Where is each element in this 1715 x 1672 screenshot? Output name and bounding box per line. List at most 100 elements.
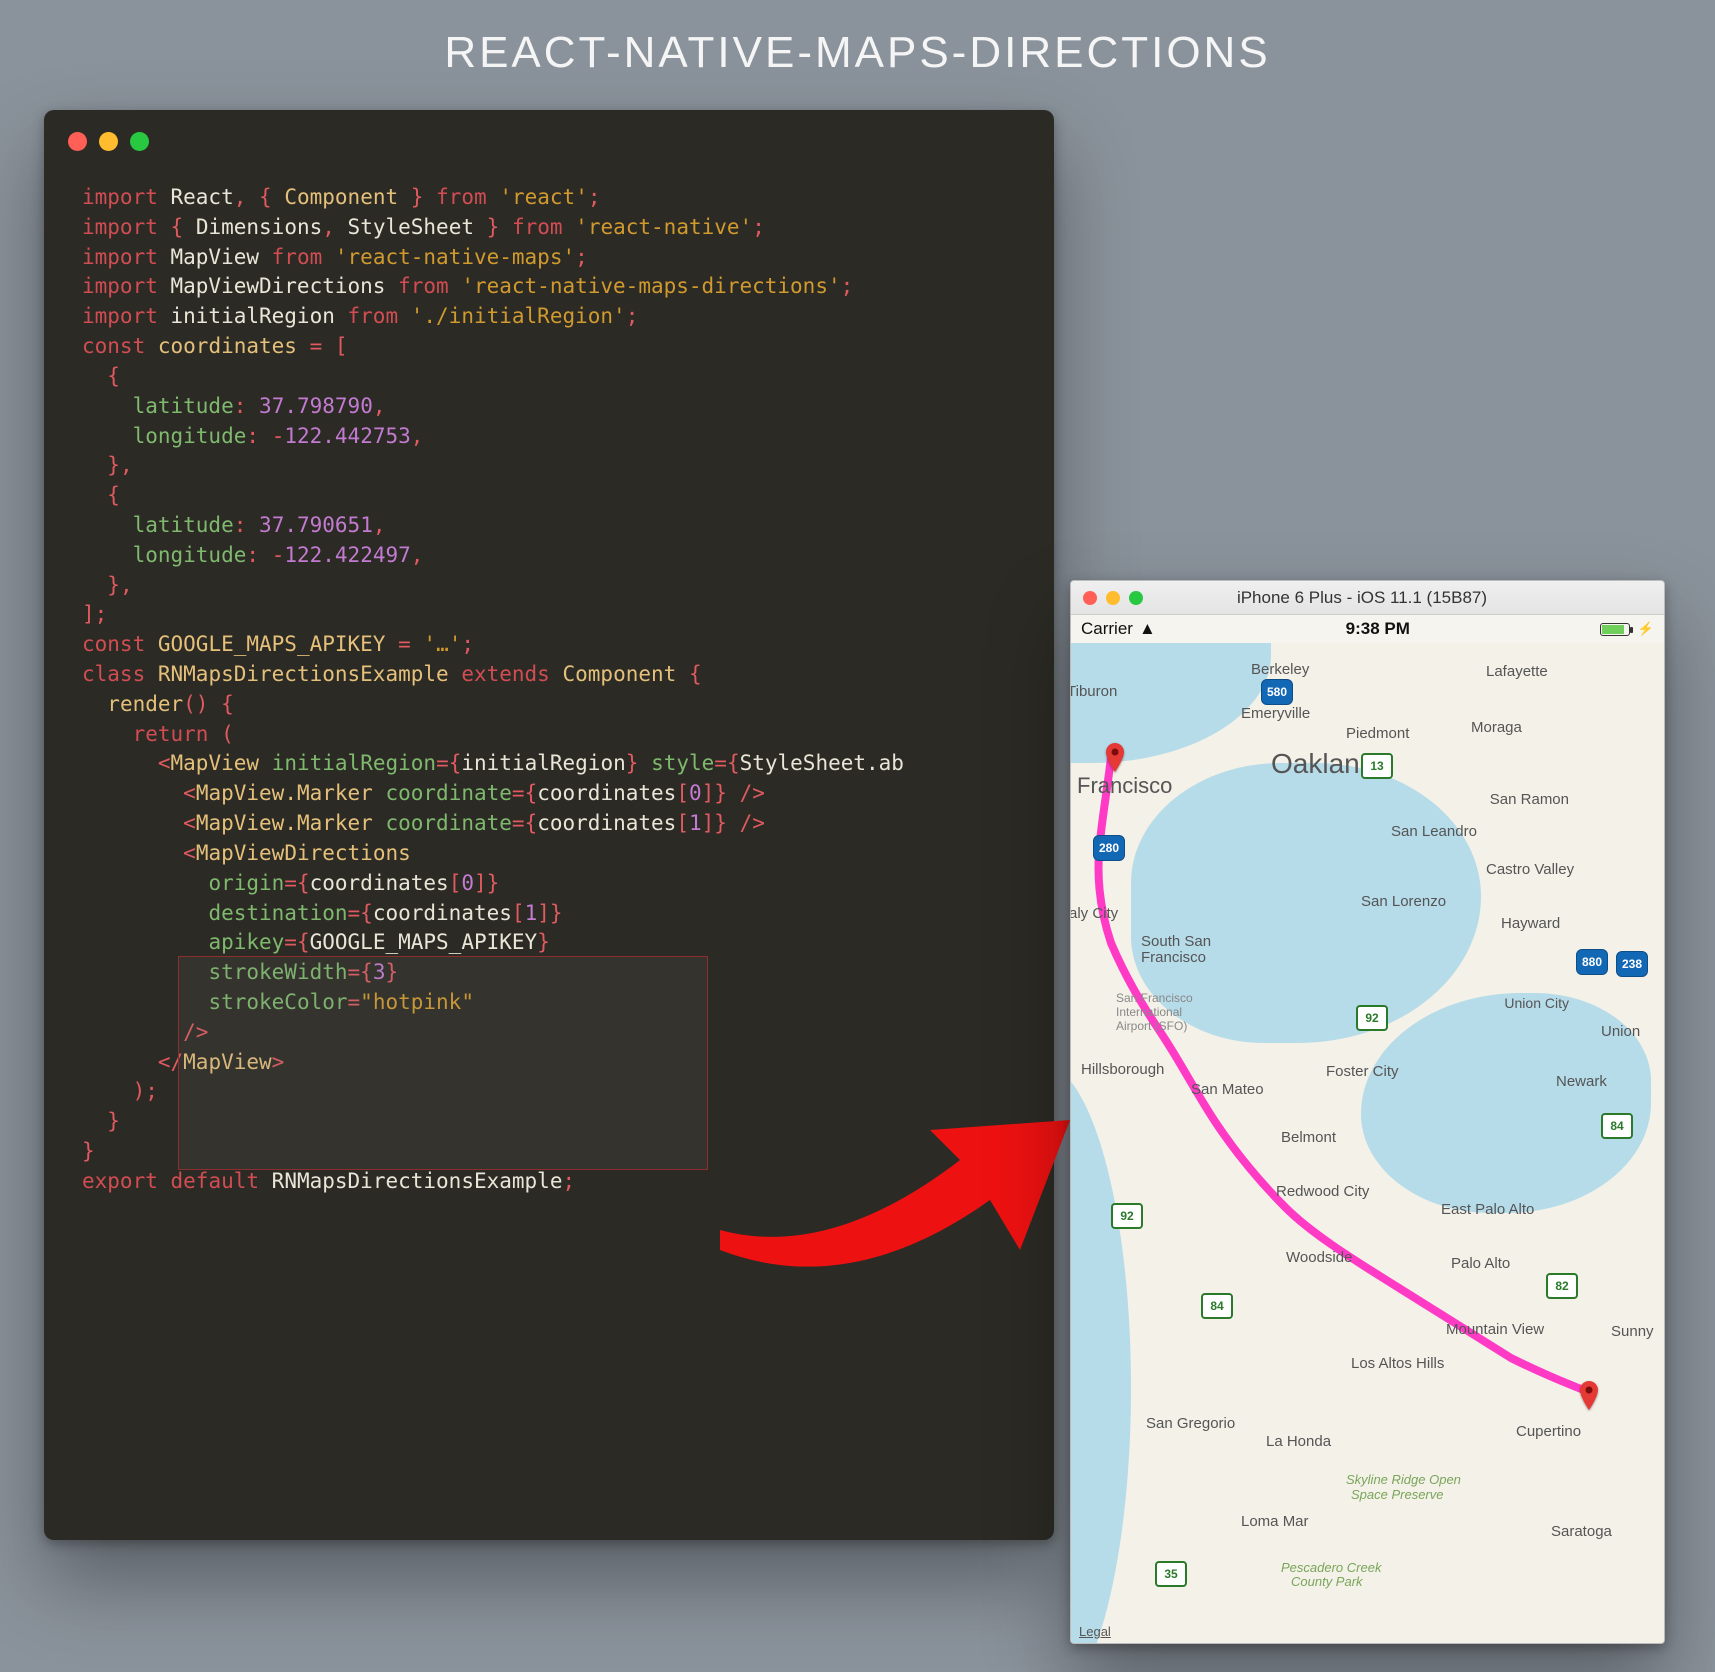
device-statusbar: Carrier ▲ 9:38 PM ⚡ bbox=[1071, 615, 1664, 643]
map-label: Union bbox=[1601, 1023, 1640, 1040]
close-icon[interactable] bbox=[68, 132, 87, 151]
map-label: San Ramon bbox=[1490, 791, 1569, 808]
map-label: Airport (SFO) bbox=[1116, 1019, 1187, 1033]
code-line: export default RNMapsDirectionsExample; bbox=[82, 1167, 1024, 1197]
code-line: import initialRegion from './initialRegi… bbox=[82, 302, 1024, 332]
map-label: Castro Valley bbox=[1486, 861, 1574, 878]
map-label: Moraga bbox=[1471, 719, 1522, 736]
carrier-label: Carrier bbox=[1081, 619, 1133, 639]
map-label: Emeryville bbox=[1241, 705, 1310, 722]
route-shield-icon: 280 bbox=[1093, 835, 1125, 861]
route-shield-icon: 580 bbox=[1261, 679, 1293, 705]
map-label: aly City bbox=[1071, 905, 1118, 922]
code-line: longitude: -122.422497, bbox=[82, 541, 1024, 571]
map-label: Francisco bbox=[1141, 949, 1206, 966]
code-line: origin={coordinates[0]} bbox=[82, 869, 1024, 899]
map-label: International bbox=[1116, 1005, 1182, 1019]
code-block: import React, { Component } from 'react'… bbox=[44, 163, 1054, 1227]
battery-icon bbox=[1600, 623, 1630, 636]
code-line: </MapView> bbox=[82, 1048, 1024, 1078]
map-label: La Honda bbox=[1266, 1433, 1331, 1450]
code-editor-window: import React, { Component } from 'react'… bbox=[44, 110, 1054, 1540]
map-view[interactable]: Legal Oakland Francisco Berkeley Lafayette E… bbox=[1071, 643, 1664, 1644]
route-shield-icon: 880 bbox=[1576, 949, 1608, 975]
code-line: latitude: 37.790651, bbox=[82, 511, 1024, 541]
maximize-icon[interactable] bbox=[130, 132, 149, 151]
code-line: <MapView.Marker coordinate={coordinates[… bbox=[82, 809, 1024, 839]
map-label: Hayward bbox=[1501, 915, 1560, 932]
map-label: San Lorenzo bbox=[1361, 893, 1446, 910]
code-line: import React, { Component } from 'react'… bbox=[82, 183, 1024, 213]
map-label: San Francisco bbox=[1116, 991, 1193, 1005]
code-line: <MapView initialRegion={initialRegion} s… bbox=[82, 749, 1024, 779]
map-park-label: Skyline Ridge Open bbox=[1346, 1473, 1461, 1487]
map-label: San Leandro bbox=[1391, 823, 1477, 840]
map-label: Loma Mar bbox=[1241, 1513, 1309, 1530]
code-line: strokeColor="hotpink" bbox=[82, 988, 1024, 1018]
route-shield-icon: 84 bbox=[1201, 1293, 1233, 1319]
simulator-titlebar: iPhone 6 Plus - iOS 11.1 (15B87) bbox=[1071, 581, 1664, 615]
route-shield-icon: 84 bbox=[1601, 1113, 1633, 1139]
code-line: }, bbox=[82, 451, 1024, 481]
map-label: Palo Alto bbox=[1451, 1255, 1510, 1272]
code-line: destination={coordinates[1]} bbox=[82, 899, 1024, 929]
code-line: /> bbox=[82, 1018, 1024, 1048]
simulator-title: iPhone 6 Plus - iOS 11.1 (15B87) bbox=[1072, 588, 1652, 608]
wifi-icon: ▲ bbox=[1139, 619, 1156, 639]
code-line: render() { bbox=[82, 690, 1024, 720]
map-label: Piedmont bbox=[1346, 725, 1409, 742]
map-label: Union City bbox=[1504, 995, 1569, 1011]
map-label: East Palo Alto bbox=[1441, 1201, 1534, 1218]
map-label: Cupertino bbox=[1516, 1423, 1581, 1440]
map-label: Los Altos Hills bbox=[1351, 1355, 1444, 1372]
minimize-icon[interactable] bbox=[99, 132, 118, 151]
map-label: Berkeley bbox=[1251, 661, 1309, 678]
code-line: longitude: -122.442753, bbox=[82, 422, 1024, 452]
map-label: Tiburon bbox=[1071, 683, 1117, 700]
code-line: <MapViewDirections bbox=[82, 839, 1024, 869]
map-label: South San bbox=[1141, 933, 1211, 950]
route-shield-icon: 35 bbox=[1155, 1561, 1187, 1587]
map-label: Hillsborough bbox=[1081, 1061, 1164, 1078]
map-label: Belmont bbox=[1281, 1129, 1336, 1146]
code-line: import MapViewDirections from 'react-nat… bbox=[82, 272, 1024, 302]
code-line: latitude: 37.798790, bbox=[82, 392, 1024, 422]
route-shield-icon: 92 bbox=[1356, 1005, 1388, 1031]
code-line: import { Dimensions, StyleSheet } from '… bbox=[82, 213, 1024, 243]
map-park-label: Space Preserve bbox=[1351, 1488, 1444, 1502]
code-line: const coordinates = [ bbox=[82, 332, 1024, 362]
route-shield-icon: 92 bbox=[1111, 1203, 1143, 1229]
route-shield-icon: 13 bbox=[1361, 753, 1393, 779]
page-title: REACT-NATIVE-MAPS-DIRECTIONS bbox=[0, 0, 1715, 96]
route-shield-icon: 82 bbox=[1546, 1273, 1578, 1299]
map-label: Foster City bbox=[1326, 1063, 1399, 1080]
map-label-big: Oakland bbox=[1271, 748, 1375, 780]
map-label-big: Francisco bbox=[1077, 773, 1172, 799]
map-pin-icon bbox=[1579, 1381, 1599, 1401]
code-line: { bbox=[82, 481, 1024, 511]
map-label: Lafayette bbox=[1486, 663, 1548, 680]
code-line: return ( bbox=[82, 720, 1024, 750]
code-line: <MapView.Marker coordinate={coordinates[… bbox=[82, 779, 1024, 809]
map-label: Redwood City bbox=[1276, 1183, 1369, 1200]
simulator-window: iPhone 6 Plus - iOS 11.1 (15B87) Carrier… bbox=[1070, 580, 1665, 1644]
map-legal-link[interactable]: Legal bbox=[1079, 1624, 1111, 1639]
statusbar-time: 9:38 PM bbox=[1346, 619, 1410, 639]
map-label: Woodside bbox=[1286, 1249, 1352, 1266]
map-label: San Gregorio bbox=[1146, 1415, 1235, 1432]
code-line: ]; bbox=[82, 600, 1024, 630]
code-line: apikey={GOOGLE_MAPS_APIKEY} bbox=[82, 928, 1024, 958]
map-park-label: County Park bbox=[1291, 1575, 1363, 1589]
window-traffic-lights bbox=[44, 110, 1054, 163]
charging-icon: ⚡ bbox=[1638, 621, 1654, 637]
map-label: Newark bbox=[1556, 1073, 1607, 1090]
code-line: ); bbox=[82, 1077, 1024, 1107]
route-shield-icon: 238 bbox=[1616, 951, 1648, 977]
code-line: strokeWidth={3} bbox=[82, 958, 1024, 988]
code-line: } bbox=[82, 1107, 1024, 1137]
code-line: } bbox=[82, 1137, 1024, 1167]
code-line: import MapView from 'react-native-maps'; bbox=[82, 243, 1024, 273]
map-pin-icon bbox=[1105, 743, 1125, 763]
map-label: Mountain View bbox=[1446, 1321, 1544, 1338]
map-label: Sunny bbox=[1611, 1323, 1654, 1340]
